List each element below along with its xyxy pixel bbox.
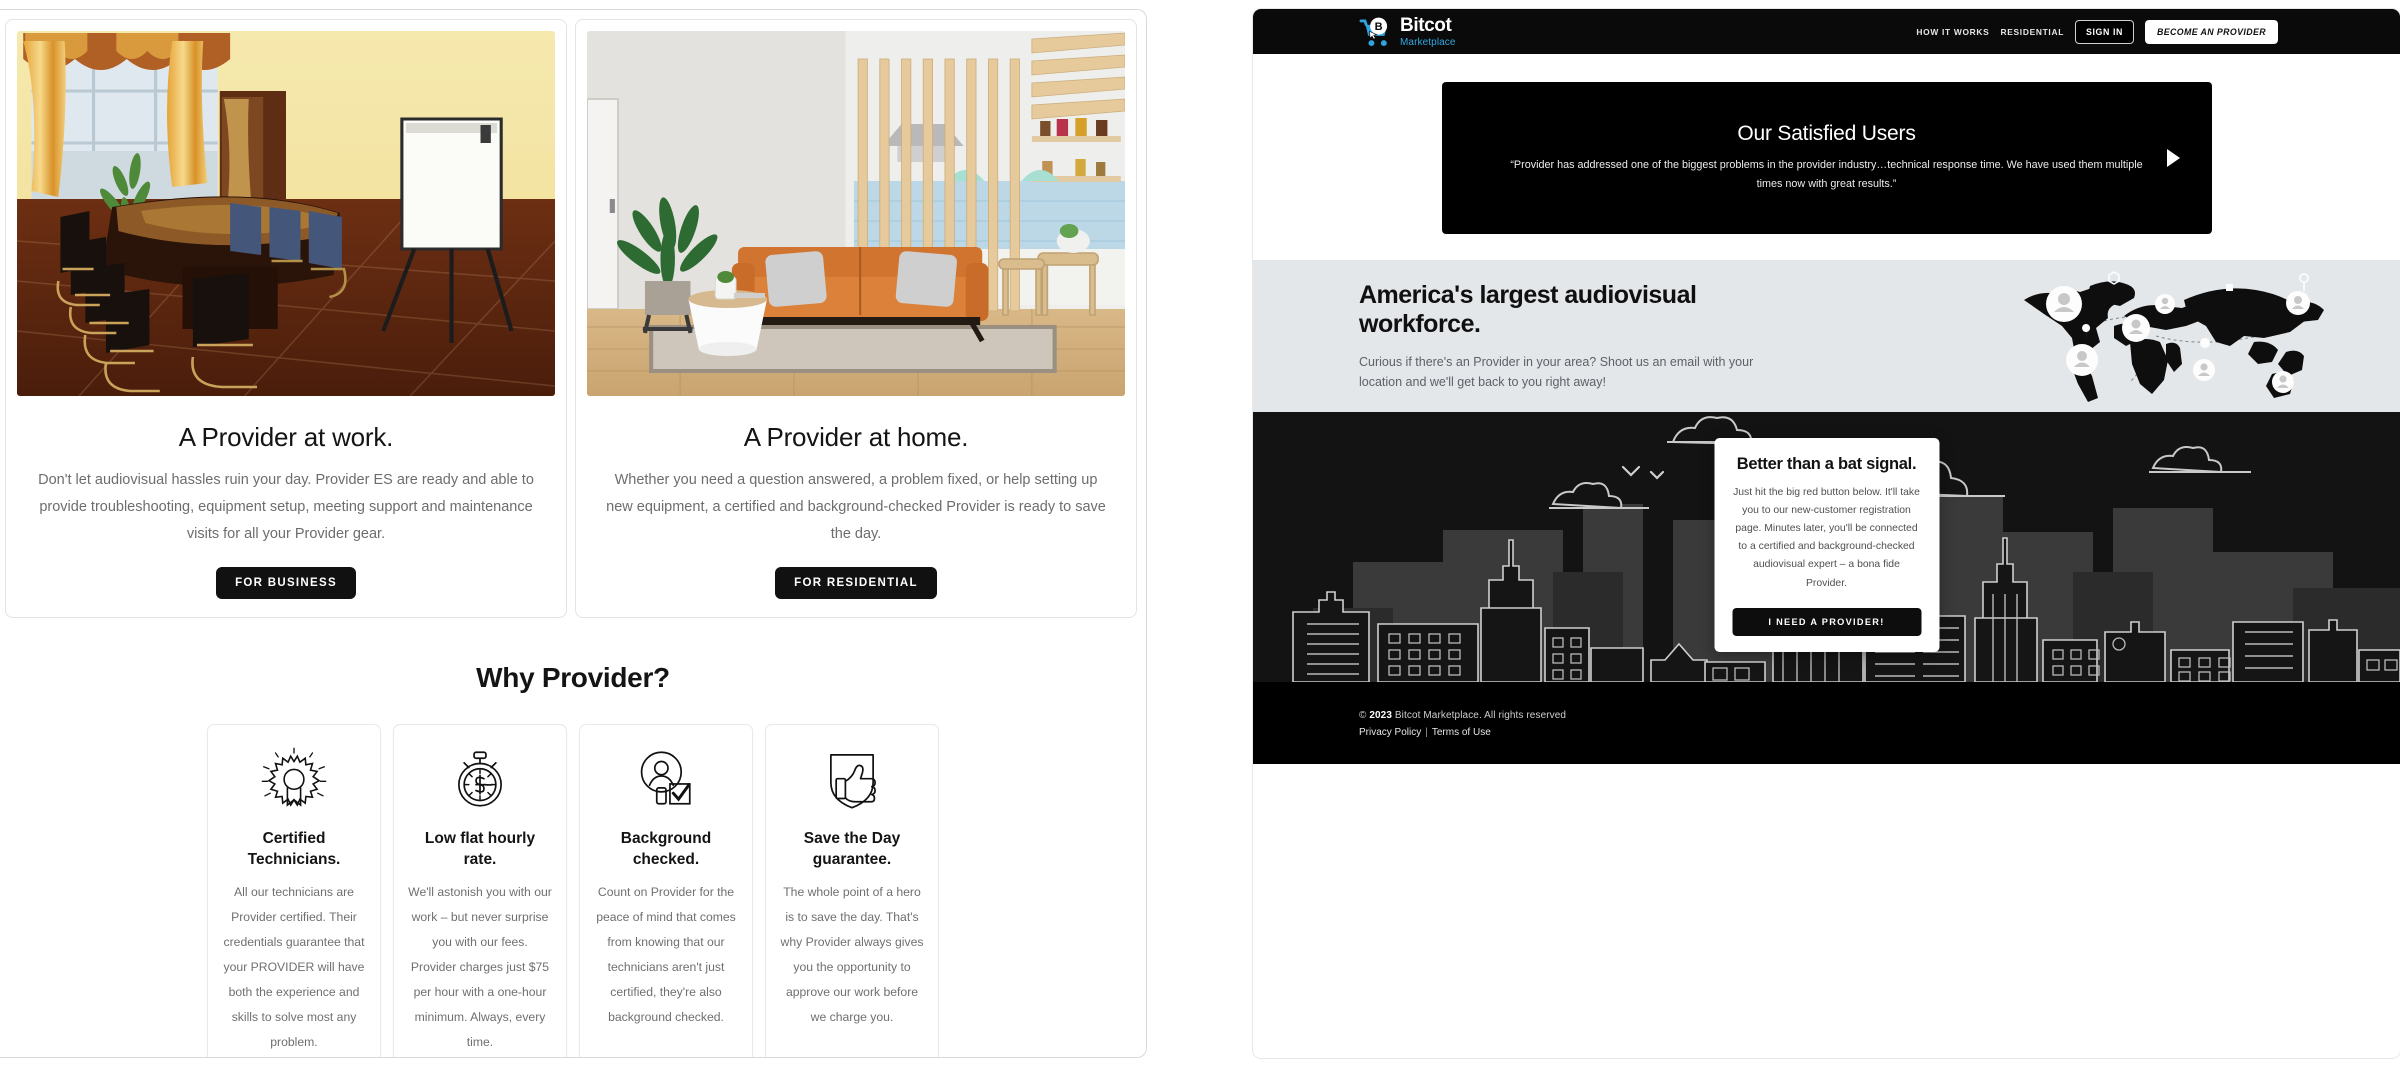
copyright-symbol: © (1359, 710, 1370, 721)
promo-card-business: A Provider at work. Don't let audiovisua… (5, 19, 567, 619)
feature-title: Certified Technicians. (247, 830, 341, 868)
for-business-button[interactable]: FOR BUSINESS (216, 567, 356, 600)
promo-cards-row: A Provider at work. Don't let audiovisua… (0, 10, 1146, 619)
workforce-heading: America's largest audiovisual workforce. (1359, 280, 1697, 339)
i-need-a-provider-button[interactable]: I NEED A PROVIDER! (1732, 607, 1921, 636)
become-provider-button[interactable]: BECOME AN PROVIDER (2144, 19, 2278, 44)
office-conference-room-photo (17, 31, 555, 396)
footer-copyright: © 2023 Bitcot Marketplace. All rights re… (1359, 710, 2400, 721)
feature-card-certified: Certified Technicians. All our technicia… (207, 724, 381, 1057)
world-map-icon (2008, 270, 2338, 402)
feature-title: Low flat hourly rate. (424, 830, 536, 868)
feature-title: Save the Day guarantee. (803, 830, 901, 868)
features-row: Certified Technicians. All our technicia… (0, 724, 1146, 1057)
promo-card-body: Don't let audiovisual hassles ruin your … (38, 472, 534, 542)
testimonial-card: Our Satisfied Users “Provider has addres… (1441, 82, 2212, 234)
feature-title: Background checked. (620, 830, 712, 868)
footer-links: Privacy Policy | Terms of Use (1359, 727, 2400, 738)
page-stage: A Provider at work. Don't let audiovisua… (0, 0, 2400, 1067)
copyright-year: 2023 (1369, 710, 1393, 721)
promo-card-title: A Provider at home. (743, 422, 969, 452)
promo-card-body: Whether you need a question answered, a … (606, 472, 1106, 542)
nav-link-how-it-works[interactable]: HOW IT WORKS (1916, 27, 1989, 37)
bat-card-title: Better than a bat signal. (1736, 455, 1917, 473)
workforce-section: America's largest audiovisual workforce.… (1253, 260, 2400, 412)
feature-card-low-rate: Low flat hourly rate. We'll astonish you… (393, 724, 567, 1057)
logo-title: Bitcot (1400, 14, 1452, 36)
logo-subtitle: Marketplace (1400, 36, 1456, 48)
award-badge-icon (260, 747, 328, 813)
bat-card-body: Just hit the big red button below. It'll… (1733, 486, 1920, 589)
bat-signal-card: Better than a bat signal. Just hit the b… (1714, 438, 1939, 652)
sign-in-button[interactable]: SIGN IN (2075, 19, 2134, 44)
footer-separator: | (1425, 727, 1428, 738)
shield-thumbs-up-icon (818, 747, 886, 813)
bitcot-logo[interactable]: B Bitcot Marketplace (1359, 16, 1456, 48)
cityscape-hero: Better than a bat signal. Just hit the b… (1253, 412, 2400, 682)
left-content-panel: A Provider at work. Don't let audiovisua… (0, 9, 1147, 1058)
site-footer: © 2023 Bitcot Marketplace. All rights re… (1253, 682, 2400, 764)
modern-living-room-photo (587, 31, 1125, 396)
stopwatch-dollar-icon (446, 747, 514, 813)
navbar-actions: HOW IT WORKS RESIDENTIAL SIGN IN BECOME … (1916, 19, 2378, 44)
feature-body: Count on Provider for the peace of mind … (596, 884, 736, 1024)
promo-card-residential: A Provider at home. Whether you need a q… (575, 19, 1137, 619)
feature-body: All our technicians are Provider certifi… (223, 884, 365, 1049)
testimonial-quote: “Provider has addressed one of the bigge… (1510, 159, 2143, 190)
copyright-text: Bitcot Marketplace. All rights reserved (1392, 710, 1567, 721)
testimonial-section: Our Satisfied Users “Provider has addres… (1253, 54, 2400, 260)
why-provider-heading: Why Provider? (476, 662, 670, 694)
carousel-next-arrow-icon[interactable] (2166, 149, 2180, 167)
privacy-policy-link[interactable]: Privacy Policy (1359, 727, 1421, 738)
promo-card-title: A Provider at work. (178, 422, 394, 452)
right-preview-panel: B Bitcot Marketplace HOW IT WORKS RESIDE… (1253, 9, 2400, 1058)
for-residential-button[interactable]: FOR RESIDENTIAL (775, 567, 937, 600)
svg-text:B: B (1375, 21, 1383, 33)
feature-card-background: Background checked. Count on Provider fo… (579, 724, 753, 1057)
testimonial-heading: Our Satisfied Users (1737, 122, 1916, 146)
feature-body: The whole point of a hero is to save the… (780, 884, 924, 1024)
nav-link-residential[interactable]: RESIDENTIAL (2000, 27, 2064, 37)
shopping-cart-b-icon: B (1359, 17, 1393, 47)
feature-body: We'll astonish you with our work – but n… (408, 884, 552, 1049)
feature-card-save-the-day: Save the Day guarantee. The whole point … (765, 724, 939, 1057)
site-navbar: B Bitcot Marketplace HOW IT WORKS RESIDE… (1253, 9, 2400, 54)
terms-of-use-link[interactable]: Terms of Use (1432, 727, 1491, 738)
workforce-subtitle: Curious if there's an Provider in your a… (1359, 354, 1754, 389)
magnifier-person-check-icon (632, 747, 700, 813)
